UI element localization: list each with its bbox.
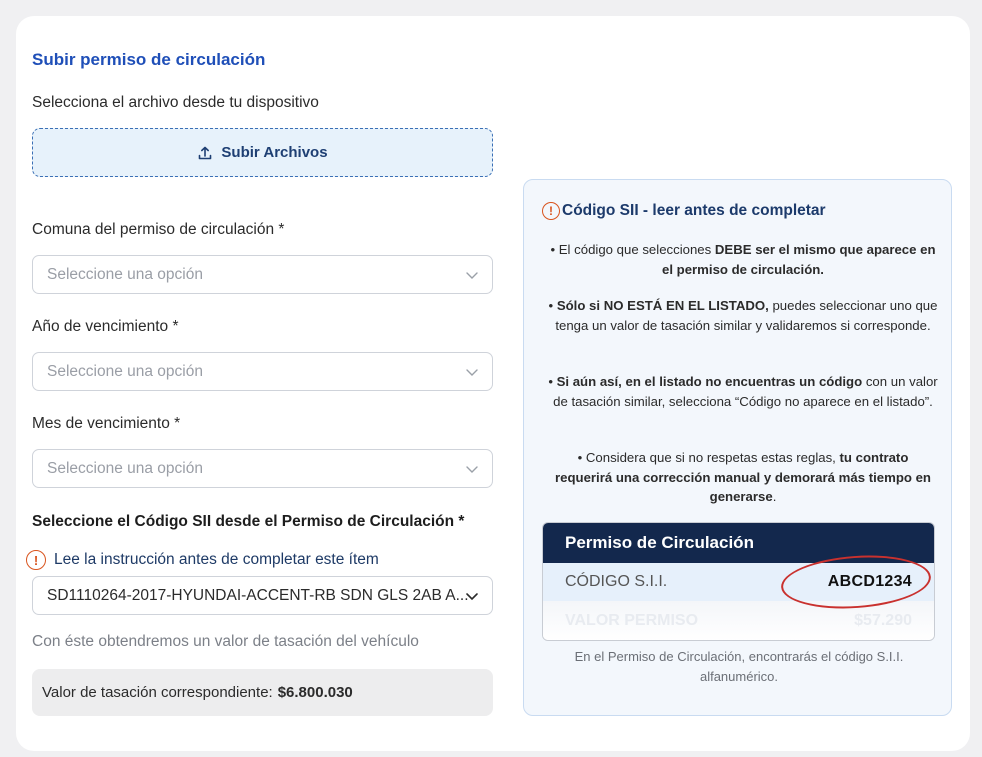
bullet-bold-text: Si aún así, en el listado no encuentras …: [556, 374, 863, 389]
info-bullet: • Considera que si no respetas estas reg…: [555, 450, 931, 504]
chevron-down-icon: [466, 369, 478, 376]
valuation-hint: Con éste obtendremos un valor de tasació…: [32, 633, 419, 650]
permit-code-row: CÓDIGO S.I.I. ABCD1234: [543, 550, 934, 614]
bullet-text: Considera que si no respetas estas regla…: [585, 450, 840, 465]
permit-code-label: CÓDIGO S.I.I.: [565, 573, 668, 590]
anio-select-value: Seleccione una opción: [47, 362, 203, 380]
info-bullet: • El código que selecciones DEBE ser el …: [550, 242, 936, 277]
permit-value-row: VALOR PERMISO $57.290: [543, 601, 934, 640]
upload-instruction: Selecciona el archivo desde tu dispositi…: [32, 94, 319, 111]
comuna-select[interactable]: Seleccione una opción: [32, 255, 493, 294]
info-title-text: Código SII - leer antes de completar: [562, 202, 826, 219]
upload-section-title: Subir permiso de circulación: [32, 50, 266, 69]
permit-value-label: VALOR PERMISO: [565, 612, 699, 629]
upload-icon: [199, 146, 212, 159]
permit-example-image: Permiso de Circulación CÓDIGO S.I.I. ABC…: [542, 522, 935, 641]
exclamation-circle-icon: !: [26, 550, 46, 570]
valuation-label: Valor de tasación correspondiente:: [42, 684, 273, 701]
comuna-label: Comuna del permiso de circulación *: [32, 221, 285, 238]
sii-info-panel: ! Código SII - leer antes de completar •…: [523, 179, 952, 716]
exclamation-circle-icon: !: [542, 202, 560, 220]
sii-code-select[interactable]: SD1110264-2017-HYUNDAI-ACCENT-RB SDN GLS…: [32, 576, 493, 615]
info-title: ! Código SII - leer antes de completar: [542, 202, 826, 220]
permit-caption: En el Permiso de Circulación, encontrará…: [574, 649, 904, 684]
chevron-down-icon: [466, 593, 478, 601]
mes-select[interactable]: Seleccione una opción: [32, 449, 493, 488]
mes-label: Mes de vencimiento *: [32, 415, 181, 432]
upload-button-label: Subir Archivos: [221, 144, 328, 161]
info-bullet: • Sólo si NO ESTÁ EN EL LISTADO, puedes …: [548, 298, 938, 333]
bullet-bold-text: Sólo si NO ESTÁ EN EL LISTADO,: [556, 298, 769, 313]
bullet-text: El código que selecciones: [558, 242, 715, 257]
sii-code-label: Seleccione el Código SII desde el Permis…: [32, 513, 465, 530]
anio-label: Año de vencimiento *: [32, 318, 179, 335]
sii-warning: ! Lee la instrucción antes de completar …: [26, 550, 379, 570]
chevron-down-icon: [466, 272, 478, 279]
permit-value-amount: $57.290: [854, 612, 912, 629]
valuation-value: $6.800.030: [277, 684, 353, 701]
sii-warning-text: Lee la instrucción antes de completar es…: [54, 551, 379, 568]
info-bullet: • Si aún así, en el listado no encuentra…: [548, 374, 938, 409]
upload-files-button[interactable]: Subir Archivos: [32, 128, 493, 177]
comuna-select-value: Seleccione una opción: [47, 265, 203, 283]
sii-code-select-value: SD1110264-2017-HYUNDAI-ACCENT-RB SDN GLS…: [47, 586, 469, 604]
chevron-down-icon: [466, 466, 478, 473]
valuation-box: Valor de tasación correspondiente: $6.80…: [32, 669, 493, 716]
bullet-text: .: [772, 489, 777, 504]
mes-select-value: Seleccione una opción: [47, 459, 203, 477]
anio-select[interactable]: Seleccione una opción: [32, 352, 493, 391]
